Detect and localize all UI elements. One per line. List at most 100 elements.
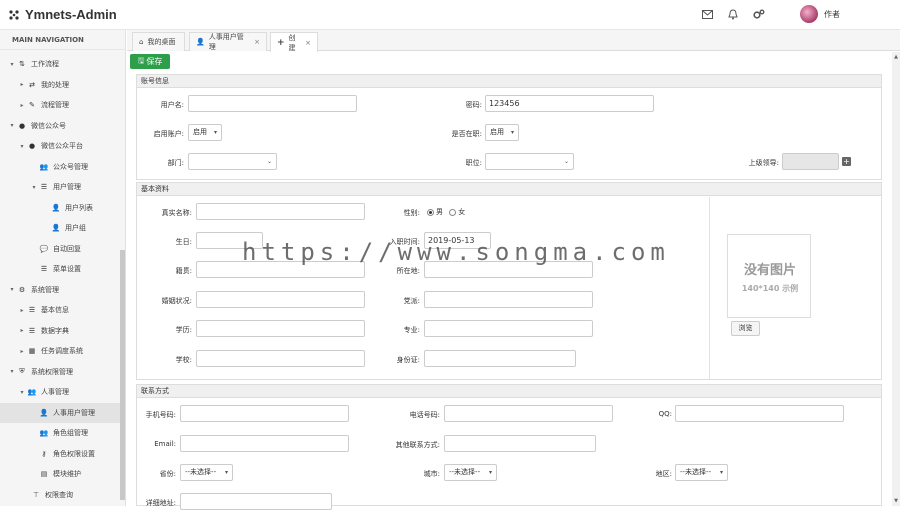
realname-input[interactable]	[196, 203, 365, 220]
enable-label: 启用账户:	[153, 130, 184, 138]
sidebar-item[interactable]: ▾ ⛨ 系统权限管理	[0, 362, 120, 382]
save-button[interactable]: 🖫 保存	[130, 54, 170, 69]
marital-input[interactable]	[196, 291, 365, 308]
online-select[interactable]: 启用 ▾	[485, 124, 519, 141]
chevron-down-icon: ▾	[224, 469, 228, 476]
education-label: 学历:	[175, 326, 192, 334]
sidebar-item[interactable]: ▤ 模块维护	[0, 464, 120, 484]
sidebar-item[interactable]: ▾ ☰ 用户管理	[0, 177, 120, 197]
phone-input[interactable]	[444, 405, 613, 422]
email-input[interactable]	[180, 435, 349, 452]
province-select[interactable]: --未选择-- ▾	[180, 464, 233, 481]
sidebar-item[interactable]: ▾ ● 微信公众号	[0, 116, 120, 136]
sidebar-item[interactable]: 👥 角色组管理	[0, 423, 120, 443]
app-logo[interactable]: Ymnets-Admin	[8, 7, 117, 22]
sidebar-item-label: 权限查询	[45, 490, 73, 499]
cogs-icon[interactable]	[752, 7, 766, 21]
district-value: --未选择--	[680, 468, 712, 476]
plus-icon: +	[277, 37, 285, 48]
password-label: 密码:	[465, 101, 482, 109]
qq-label: QQ:	[658, 410, 672, 418]
calendar-icon: ▦	[28, 347, 36, 355]
province-label: 省份:	[159, 470, 176, 478]
birthday-label: 生日:	[175, 238, 192, 246]
sidebar-item[interactable]: ▾ ● 微信公众平台	[0, 136, 120, 156]
tab-desktop[interactable]: ⌂ 我的桌面	[132, 32, 185, 51]
sidebar-item-label: 基本信息	[41, 306, 69, 314]
mobile-input[interactable]	[180, 405, 349, 422]
sidebar-item[interactable]: ▾ 👥 人事管理	[0, 382, 120, 402]
leader-label: 上级领导:	[748, 159, 779, 167]
user-name[interactable]: 作者	[824, 9, 840, 20]
qq-input[interactable]	[675, 405, 844, 422]
school-input[interactable]	[196, 350, 365, 367]
idcard-input[interactable]	[424, 350, 576, 367]
users-icon: 👥	[27, 388, 37, 396]
list-icon: ☰	[40, 183, 48, 191]
sidebar-item[interactable]: 👥 公众号管理	[0, 157, 120, 177]
sidebar-item-label: 模块维护	[53, 470, 81, 478]
envelope-icon[interactable]	[700, 7, 714, 21]
scroll-up-icon[interactable]: ▲	[892, 54, 900, 60]
education-input[interactable]	[196, 320, 365, 337]
sidebar-item[interactable]: ⊤ 权限查询	[0, 485, 120, 505]
close-icon[interactable]: ×	[254, 38, 260, 46]
sidebar-item[interactable]: 👤 人事用户管理	[0, 402, 120, 423]
close-icon[interactable]: ×	[305, 39, 311, 47]
main-scrollbar[interactable]: ▲ ▼	[892, 52, 900, 506]
user-icon: 👤	[51, 203, 61, 212]
sidebar-item[interactable]: ☰ 菜单设置	[0, 259, 120, 279]
top-navbar: Ymnets-Admin 作者	[0, 0, 900, 30]
section-account: 账号信息	[136, 74, 882, 88]
city-label: 城市:	[423, 470, 440, 478]
sidebar-scrollbar[interactable]	[120, 250, 125, 500]
sidebar-item-label: 人事管理	[41, 388, 69, 396]
scroll-down-icon[interactable]: ▼	[892, 498, 900, 504]
city-select[interactable]: --未选择-- ▾	[444, 464, 497, 481]
sidebar-item-label: 我的处理	[41, 80, 69, 89]
browse-button[interactable]: 浏览	[731, 321, 760, 336]
major-input[interactable]	[424, 320, 593, 337]
sidebar-item[interactable]: 💬 自动回复	[0, 239, 120, 259]
tab-create[interactable]: + 创建 ×	[270, 32, 318, 52]
sidebar-item[interactable]: ⚷ 角色权限设置	[0, 444, 120, 464]
avatar[interactable]	[800, 5, 818, 23]
leader-input[interactable]	[782, 153, 839, 170]
address-input[interactable]	[180, 493, 332, 510]
district-select[interactable]: --未选择-- ▾	[675, 464, 728, 481]
wrench-icon: ✎	[29, 101, 35, 109]
enable-select[interactable]: 启用 ▾	[188, 124, 222, 141]
sidebar-item[interactable]: ▸ ☰ 数据字典	[0, 321, 120, 341]
bell-icon[interactable]	[726, 7, 740, 21]
dept-select[interactable]: ⌄	[188, 153, 277, 170]
sidebar-item[interactable]: ▾ ⇅ 工作流程	[0, 54, 120, 74]
sidebar-item[interactable]: ▸ ☰ 基本信息	[0, 300, 120, 320]
mobile-label: 手机号码:	[145, 411, 176, 419]
sidebar-item-label: 系统管理	[31, 285, 59, 294]
caret-icon: ▸	[20, 327, 24, 334]
add-leader-icon[interactable]: +	[842, 157, 851, 166]
phone-label: 电话号码:	[409, 411, 440, 419]
caret-icon: ▸	[20, 101, 24, 109]
password-input[interactable]: 123456	[485, 95, 654, 112]
male-label: 男	[436, 208, 443, 216]
party-input[interactable]	[424, 291, 593, 308]
sidebar-item[interactable]: ▸ ✎ 流程管理	[0, 95, 120, 115]
city-value: --未选择--	[449, 468, 481, 476]
chevron-down-icon: ⌄	[266, 158, 272, 165]
post-select[interactable]: ⌄	[485, 153, 574, 170]
sidebar-item[interactable]: ▾ ⚙ 系统管理	[0, 280, 120, 300]
username-input[interactable]	[188, 95, 357, 112]
sidebar-item[interactable]: ▸ ⇄ 我的处理	[0, 75, 120, 95]
sidebar-item[interactable]: 👤 用户组	[0, 218, 120, 238]
radio-female[interactable]	[449, 208, 457, 216]
major-label: 专业:	[403, 326, 420, 334]
radio-male[interactable]	[427, 208, 434, 216]
email-label: Email:	[154, 440, 176, 448]
tab-user-management[interactable]: 👤 人事用户管理 ×	[189, 32, 267, 51]
sidebar-item[interactable]: 👤 用户列表	[0, 198, 120, 218]
other-contact-input[interactable]	[444, 435, 596, 452]
sex-label: 性别:	[403, 209, 420, 217]
sidebar-item[interactable]: ▸ ▦ 任务调度系统	[0, 341, 120, 361]
address-label: 详细地址:	[145, 499, 176, 507]
